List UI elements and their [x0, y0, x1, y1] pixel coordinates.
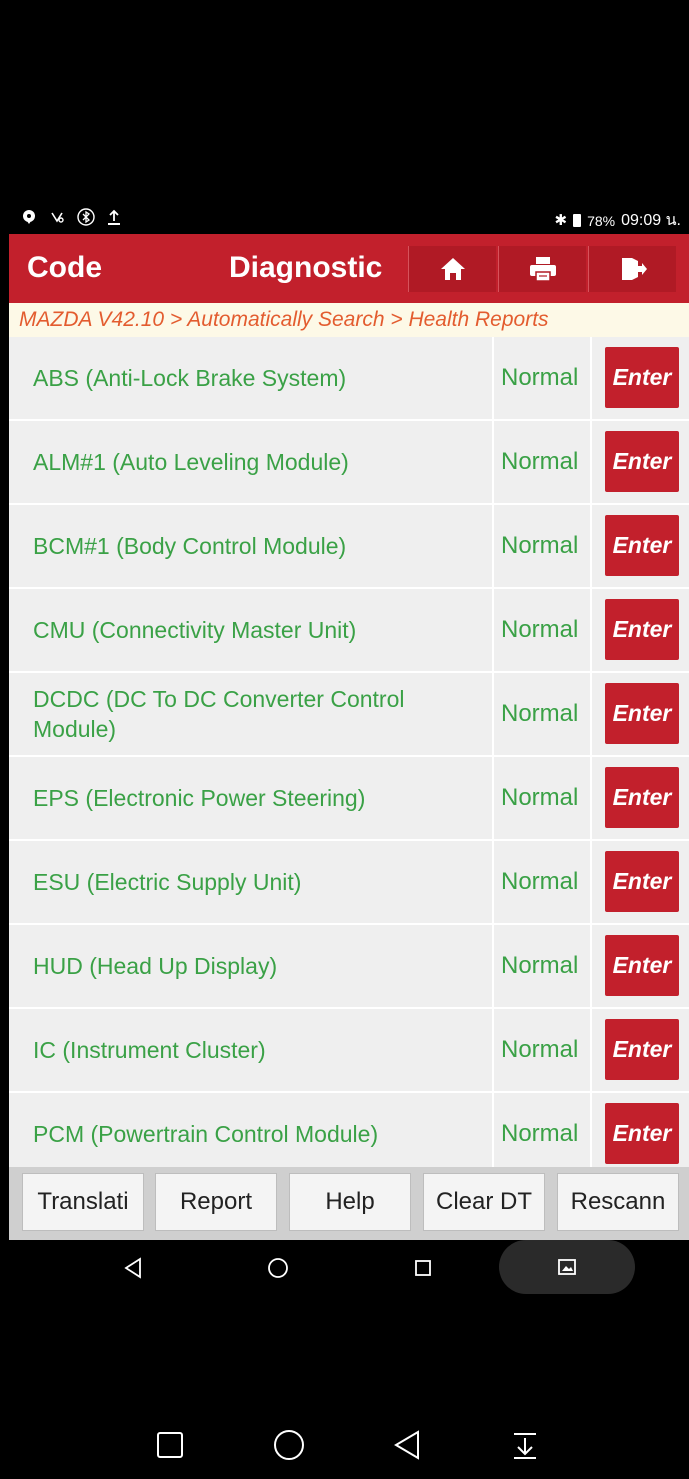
exit-icon	[621, 258, 647, 280]
header-title-diagnostic: Diagnostic	[229, 251, 383, 284]
rescan-button[interactable]: Rescann	[557, 1173, 679, 1231]
screenshot-icon	[558, 1259, 576, 1275]
enter-button[interactable]: Enter	[605, 935, 679, 996]
enter-button[interactable]: Enter	[605, 431, 679, 492]
module-name: HUD (Head Up Display)	[9, 925, 494, 1007]
bottom-toolbar: Translati Report Help Clear DT Rescann	[9, 1167, 689, 1240]
enter-button[interactable]: Enter	[605, 515, 679, 576]
back-button[interactable]	[113, 1240, 153, 1296]
upload-icon	[108, 209, 120, 225]
navigation-bar	[9, 1240, 689, 1296]
notification-pull-button[interactable]	[505, 1410, 545, 1479]
home-circle-icon	[274, 1430, 304, 1460]
module-name: IC (Instrument Cluster)	[9, 1009, 494, 1091]
home-nav-button[interactable]	[258, 1240, 298, 1296]
enter-button[interactable]: Enter	[605, 1019, 679, 1080]
module-name: CMU (Connectivity Master Unit)	[9, 589, 494, 671]
recents-button[interactable]	[403, 1240, 443, 1296]
system-navigation-bar	[9, 1410, 689, 1479]
chat-icon	[23, 210, 35, 224]
home-button-system[interactable]	[269, 1410, 309, 1479]
list-item: CMU (Connectivity Master Unit) Normal En…	[9, 589, 689, 671]
battery-icon	[573, 214, 582, 227]
recents-square-icon	[157, 1432, 183, 1458]
module-name: ESU (Electric Supply Unit)	[9, 841, 494, 923]
battery-percent: 78%	[587, 212, 616, 229]
vibrate-icon	[51, 212, 64, 223]
module-status: Normal	[496, 757, 592, 839]
breadcrumb: MAZDA V42.10 > Automatically Search > He…	[9, 303, 689, 337]
enter-button[interactable]: Enter	[605, 851, 679, 912]
bluetooth-circle-icon	[77, 208, 95, 226]
list-item: EPS (Electronic Power Steering) Normal E…	[9, 757, 689, 839]
status-left-icons	[21, 208, 121, 226]
home-icon	[440, 258, 465, 280]
report-button[interactable]: Report	[155, 1173, 277, 1231]
module-status: Normal	[496, 337, 592, 419]
module-name: DCDC (DC To DC Converter Control Module)	[9, 673, 494, 755]
module-name: EPS (Electronic Power Steering)	[9, 757, 494, 839]
module-name: BCM#1 (Body Control Module)	[9, 505, 494, 587]
module-status: Normal	[496, 1093, 592, 1167]
list-item: HUD (Head Up Display) Normal Enter	[9, 925, 689, 1007]
status-right: ✱ 78% 09:09 น.	[555, 208, 681, 233]
module-list[interactable]: ABS (Anti-Lock Brake System) Normal Ente…	[9, 337, 689, 1167]
home-button[interactable]	[408, 246, 496, 292]
enter-button[interactable]: Enter	[605, 767, 679, 828]
list-item: ALM#1 (Auto Leveling Module) Normal Ente…	[9, 421, 689, 503]
print-button[interactable]	[498, 246, 586, 292]
back-button-system[interactable]	[387, 1410, 427, 1479]
help-button[interactable]: Help	[289, 1173, 411, 1231]
print-icon	[529, 257, 556, 282]
enter-button[interactable]: Enter	[605, 1103, 679, 1164]
list-item: ABS (Anti-Lock Brake System) Normal Ente…	[9, 337, 689, 419]
enter-button[interactable]: Enter	[605, 599, 679, 660]
module-status: Normal	[496, 505, 592, 587]
bluetooth-icon: ✱	[554, 211, 568, 229]
list-item: BCM#1 (Body Control Module) Normal Enter	[9, 505, 689, 587]
status-bar: ✱ 78% 09:09 น.	[9, 200, 689, 234]
recents-square-button[interactable]	[150, 1410, 190, 1479]
module-status: Normal	[496, 673, 592, 755]
module-status: Normal	[496, 841, 592, 923]
recents-icon	[415, 1260, 431, 1276]
clear-dtc-button[interactable]: Clear DT	[423, 1173, 545, 1231]
list-item: PCM (Powertrain Control Module) Normal E…	[9, 1093, 689, 1167]
enter-button[interactable]: Enter	[605, 683, 679, 744]
status-time: 09:09 น.	[621, 212, 681, 229]
home-circle-icon	[268, 1258, 288, 1278]
back-icon	[394, 1430, 419, 1460]
enter-button[interactable]: Enter	[605, 347, 679, 408]
module-name: ABS (Anti-Lock Brake System)	[9, 337, 494, 419]
module-name: ALM#1 (Auto Leveling Module)	[9, 421, 494, 503]
app-header: Code Diagnostic	[9, 234, 689, 303]
list-item: ESU (Electric Supply Unit) Normal Enter	[9, 841, 689, 923]
module-status: Normal	[496, 421, 592, 503]
list-item: DCDC (DC To DC Converter Control Module)…	[9, 673, 689, 755]
module-status: Normal	[496, 1009, 592, 1091]
back-icon	[124, 1257, 141, 1279]
translate-button[interactable]: Translati	[22, 1173, 144, 1231]
exit-button[interactable]	[588, 246, 676, 292]
module-name: PCM (Powertrain Control Module)	[9, 1093, 494, 1167]
header-title-code: Code	[27, 251, 102, 284]
screenshot-button[interactable]	[499, 1240, 635, 1294]
module-status: Normal	[496, 589, 592, 671]
list-item: IC (Instrument Cluster) Normal Enter	[9, 1009, 689, 1091]
notification-pull-icon	[514, 1433, 536, 1459]
module-status: Normal	[496, 925, 592, 1007]
